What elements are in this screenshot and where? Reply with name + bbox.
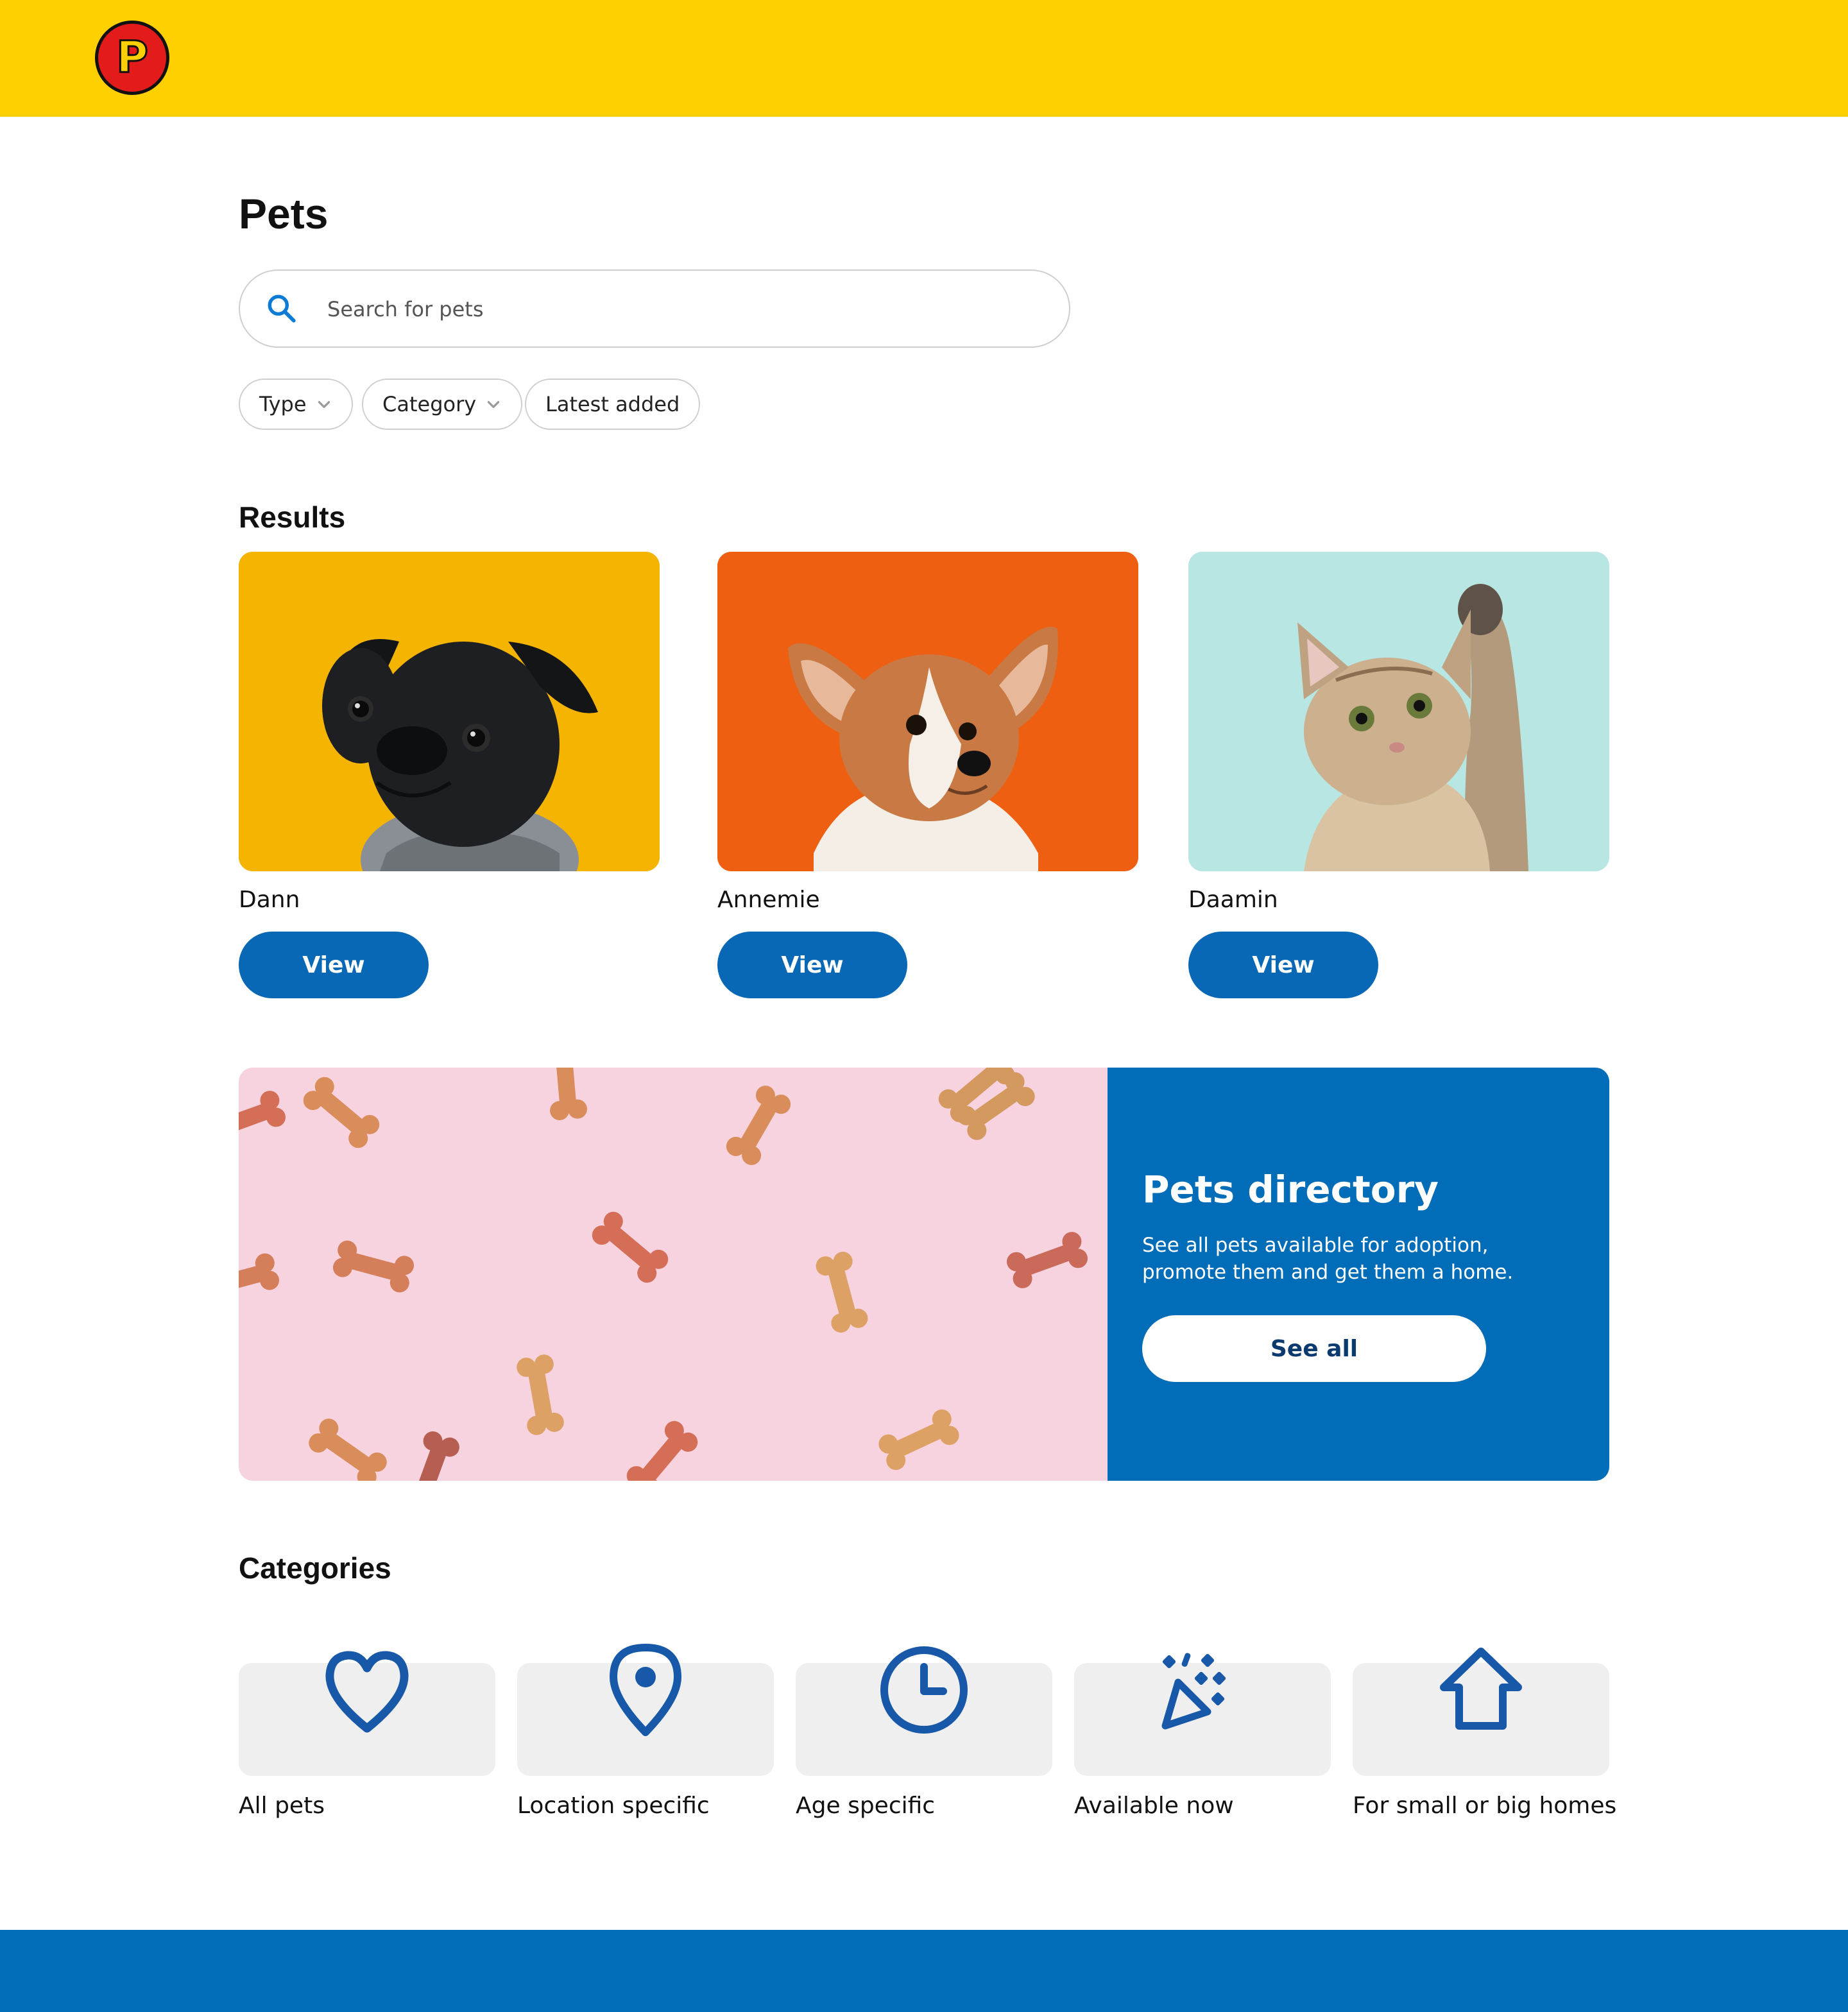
search-icon bbox=[268, 294, 296, 323]
categories-title: Categories bbox=[239, 1551, 391, 1585]
clock-icon bbox=[880, 1646, 968, 1734]
category-label: Location specific bbox=[517, 1793, 710, 1819]
house-icon bbox=[1440, 1648, 1522, 1730]
party-popper-icon bbox=[1161, 1653, 1226, 1730]
results-title: Results bbox=[239, 500, 346, 534]
category-label: For small or big homes bbox=[1353, 1793, 1617, 1819]
category-label: All pets bbox=[239, 1793, 325, 1819]
chevron-down-icon bbox=[318, 401, 330, 408]
pet-image-dann[interactable] bbox=[239, 552, 660, 871]
filter-latest-added[interactable]: Latest added bbox=[525, 379, 701, 430]
corgi-illustration bbox=[717, 552, 1138, 871]
category-label: Age specific bbox=[796, 1793, 936, 1819]
logo[interactable]: P bbox=[95, 21, 169, 95]
dog-biscuits-image bbox=[239, 1068, 1108, 1481]
filter-category[interactable]: Category bbox=[362, 379, 523, 430]
page-title: Pets bbox=[239, 190, 329, 237]
filter-type[interactable]: Type bbox=[239, 379, 353, 430]
filter-latest-label: Latest added bbox=[545, 392, 680, 416]
category-label: Available now bbox=[1074, 1793, 1234, 1819]
top-bar: P bbox=[0, 0, 1848, 117]
pet-name-annemie: Annemie bbox=[717, 887, 820, 913]
footer bbox=[0, 1930, 1848, 2012]
kitten-illustration bbox=[1188, 552, 1609, 871]
pug-illustration bbox=[239, 552, 660, 871]
view-button-annemie[interactable]: View bbox=[717, 932, 907, 998]
chevron-down-icon bbox=[487, 401, 500, 408]
logo-letter: P bbox=[116, 32, 150, 83]
search-input[interactable] bbox=[326, 285, 1034, 334]
promo-description: See all pets available for adoption, pro… bbox=[1142, 1234, 1514, 1284]
view-button-dann[interactable]: View bbox=[239, 932, 429, 998]
pet-image-daamin[interactable] bbox=[1188, 552, 1609, 871]
pet-image-annemie[interactable] bbox=[717, 552, 1138, 871]
promo-panel: Pets directory See all pets available fo… bbox=[1108, 1068, 1609, 1481]
heart-icon bbox=[325, 1651, 409, 1733]
view-button-daamin[interactable]: View bbox=[1188, 932, 1378, 998]
location-pin-icon bbox=[610, 1644, 681, 1736]
promo-title: Pets directory bbox=[1142, 1168, 1439, 1211]
pets-directory-banner: Pets directory See all pets available fo… bbox=[239, 1068, 1609, 1481]
filter-category-label: Category bbox=[382, 392, 477, 416]
see-all-button[interactable]: See all bbox=[1142, 1315, 1486, 1382]
pet-name-daamin: Daamin bbox=[1188, 887, 1278, 913]
pet-name-dann: Dann bbox=[239, 887, 300, 913]
biscuits-illustration bbox=[239, 1068, 1091, 1481]
search-bar[interactable] bbox=[239, 269, 1070, 348]
filter-type-label: Type bbox=[259, 392, 307, 416]
